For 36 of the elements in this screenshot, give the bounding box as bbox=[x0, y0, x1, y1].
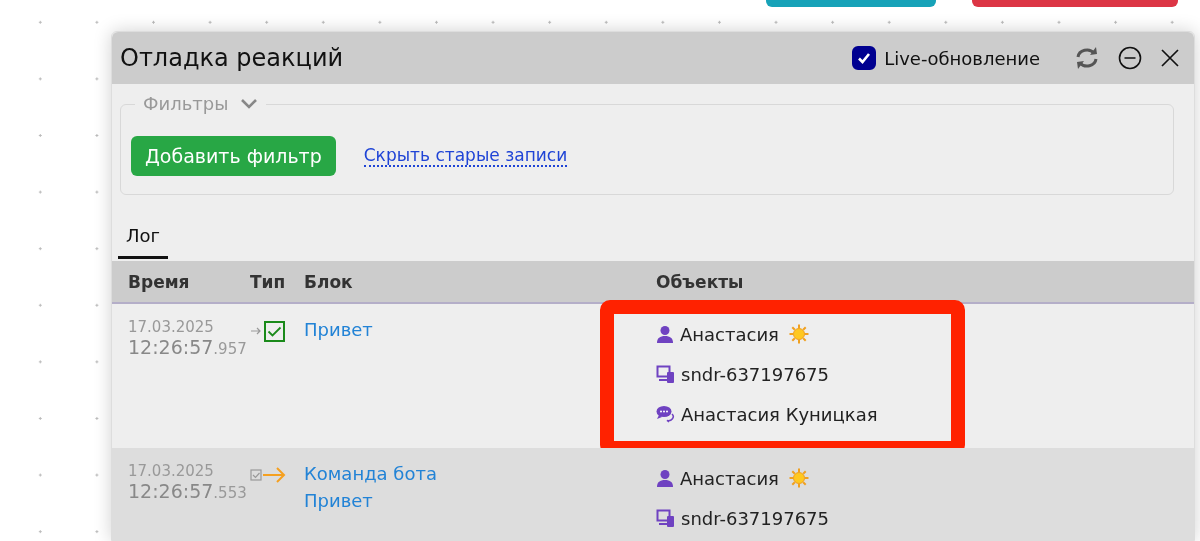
milliseconds-text: .957 bbox=[213, 340, 247, 358]
milliseconds-text: .553 bbox=[213, 484, 247, 502]
object-name: sndr-637197675 bbox=[681, 363, 830, 385]
person-icon bbox=[656, 325, 674, 343]
minimize-icon[interactable] bbox=[1118, 46, 1142, 70]
sun-icon bbox=[788, 324, 809, 344]
date-text: 17.03.2025 bbox=[128, 462, 215, 480]
column-header: Время bbox=[128, 271, 190, 292]
block-link[interactable]: Привет bbox=[304, 316, 373, 343]
refresh-icon[interactable] bbox=[1074, 46, 1100, 70]
devices-icon bbox=[656, 364, 675, 384]
object-name: Анастасия Куницкая bbox=[681, 403, 878, 425]
block-link[interactable]: Привет bbox=[304, 487, 373, 514]
object-name: Анастасия bbox=[680, 323, 779, 345]
object-name: Анастасия bbox=[680, 467, 779, 489]
close-icon[interactable] bbox=[1160, 48, 1180, 68]
person-icon bbox=[656, 469, 674, 487]
live-update-checkbox[interactable] bbox=[852, 46, 877, 70]
arrow-into-checkbox-icon bbox=[250, 320, 286, 342]
date-text: 17.03.2025 bbox=[128, 318, 215, 336]
column-header: Тип bbox=[250, 271, 286, 292]
chat-icon bbox=[656, 405, 675, 423]
devices-icon bbox=[656, 508, 675, 528]
time-text: 12:26:57 bbox=[128, 336, 214, 358]
window-title: Отладка реакций bbox=[120, 44, 345, 72]
column-header: Объекты bbox=[656, 271, 744, 292]
hide-old-link[interactable]: Скрыть старые записи bbox=[363, 145, 568, 167]
column-header: Блок bbox=[304, 271, 353, 292]
check-icon bbox=[857, 52, 872, 64]
block-link[interactable]: Команда бота bbox=[304, 460, 437, 487]
chevron-icon bbox=[240, 97, 259, 110]
time-text: 12:26:57 bbox=[128, 480, 214, 502]
add-filter-button[interactable]: Добавить фильтр bbox=[131, 136, 336, 176]
object-name: sndr-637197675 bbox=[681, 507, 830, 529]
sun-icon bbox=[788, 468, 809, 488]
live-update-label: Live-обновление bbox=[884, 47, 1040, 69]
